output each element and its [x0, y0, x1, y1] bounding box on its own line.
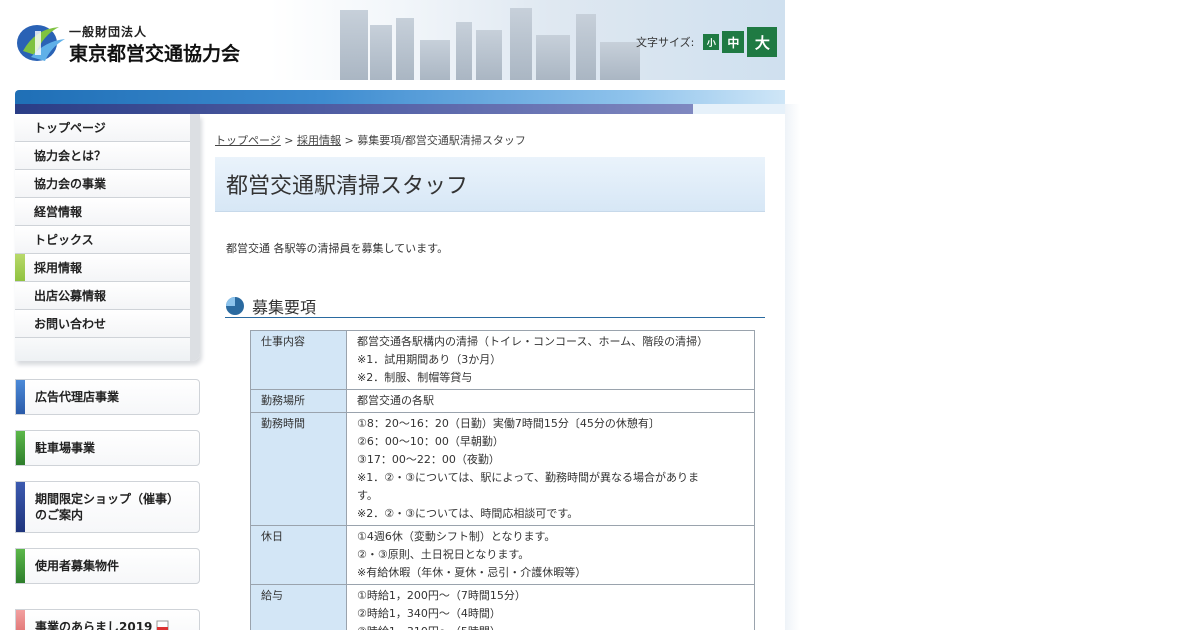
breadcrumb-recruit-link[interactable]: 採用情報 — [297, 134, 341, 147]
table-row-value: ①8：20～16：20（日勤）実働7時間15分〔45分の休憩有〕 ②6：00～10… — [346, 412, 755, 526]
breadcrumb: トップページ > 採用情報 > 募集要項/都営交通駅清掃スタッフ — [215, 132, 526, 148]
content-shadow — [785, 104, 800, 630]
table-row-value: 都営交通各駅構内の清掃（トイレ・コンコース、ホーム、階段の清掃） ※1．試用期間あ… — [346, 330, 755, 390]
section-bullet-icon — [226, 297, 244, 315]
banner-label: 使用者募集物件 — [35, 559, 120, 573]
logo-name: 東京都営交通協力会 — [69, 43, 241, 65]
table-cell-line: ①8：20～16：20（日勤）実働7時間15分〔45分の休憩有〕 — [357, 417, 660, 430]
table-cell-line: 都営交通各駅構内の清掃（トイレ・コンコース、ホーム、階段の清掃） — [357, 335, 709, 348]
banner-label: 事業のあらまし2019 — [35, 620, 153, 630]
logo-subtitle: 一般財団法人 — [69, 25, 148, 39]
table-row: 勤務時間 ①8：20～16：20（日勤）実働7時間15分〔45分の休憩有〕 ②6：0… — [250, 412, 755, 526]
table-cell-line: ※2．制服、制帽等貸与 — [357, 371, 473, 384]
font-size-label: 文字サイズ: — [636, 36, 695, 49]
sidebar-item-tenant[interactable]: 出店公募情報 — [15, 282, 190, 310]
table-cell-line: ※1．試用期間あり（3か月） — [357, 353, 502, 366]
sidebar-item-business[interactable]: 協力会の事業 — [15, 170, 190, 198]
banner-property[interactable]: 使用者募集物件 — [15, 548, 200, 584]
header-subbar-end — [693, 104, 785, 114]
table-cell-line: ①時給1，200円～（7時間15分） — [357, 589, 526, 602]
banner-stripe — [16, 482, 25, 532]
table-cell-line: ②時給1，340円～（4時間） — [357, 607, 501, 620]
table-row: 給与 ①時給1，200円～（7時間15分） ②時給1，340円～（4時間） ③時給1，… — [250, 584, 755, 630]
table-cell-line: 都営交通の各駅 — [357, 394, 434, 407]
banner-label: 期間限定ショップ（催事） — [35, 492, 180, 506]
font-size-medium-button[interactable]: 中 — [722, 31, 745, 53]
section-heading: 募集要項 — [225, 292, 765, 318]
table-row-header: 勤務時間 — [250, 412, 347, 526]
banner-label: 広告代理店事業 — [35, 390, 120, 404]
table-row-header: 給与 — [250, 584, 347, 630]
site-header: 一般財団法人 東京都営交通協力会 文字サイズ: 小 中 大 — [0, 0, 785, 80]
banner-label-line2: のご案内 — [35, 508, 84, 522]
sidebar-item-about[interactable]: 協力会とは？ — [15, 142, 190, 170]
table-cell-line: ※有給休暇（年休・夏休・忌引・介護休暇等） — [357, 566, 587, 579]
section-title: 募集要項 — [252, 298, 317, 317]
table-cell-line: ③17：00～22：00（夜勤） — [357, 453, 500, 466]
page-title: 都営交通駅清掃スタッフ — [215, 157, 765, 212]
font-size-switcher: 文字サイズ: 小 中 大 — [636, 27, 778, 57]
sidebar-item-management[interactable]: 経営情報 — [15, 198, 190, 226]
header-bar — [15, 90, 785, 104]
site-logo[interactable]: 一般財団法人 東京都営交通協力会 — [15, 21, 255, 65]
table-row: 勤務場所 都営交通の各駅 — [250, 389, 755, 413]
table-cell-line: ②・③原則、土日祝日となります。 — [357, 548, 530, 561]
table-row-value: ①時給1，200円～（7時間15分） ②時給1，340円～（4時間） ③時給1，31… — [346, 584, 755, 630]
table-row-value: 都営交通の各駅 — [346, 389, 755, 413]
banner-annual-report[interactable]: 事業のあらまし2019 — [15, 609, 200, 630]
table-cell-line: ※1．②・③については、駅によって、勤務時間が異なる場合がありま — [357, 471, 699, 484]
table-row-header: 勤務場所 — [250, 389, 347, 413]
banner-advertising[interactable]: 広告代理店事業 — [15, 379, 200, 415]
header-subbar — [15, 104, 693, 114]
banner-label: 駐車場事業 — [35, 441, 96, 455]
side-navigation: トップページ 協力会とは？ 協力会の事業 経営情報 トピックス 採用情報 出店公… — [15, 114, 200, 361]
banner-stripe — [16, 380, 25, 414]
table-row: 休日 ①4週6休（変動シフト制）となります。 ②・③原則、土日祝日となります。 ※有給… — [250, 525, 755, 585]
table-cell-line: ③時給1，310円～（5時間） — [357, 623, 744, 630]
banner-popup-shop[interactable]: 期間限定ショップ（催事） のご案内 — [15, 481, 200, 533]
intro-text: 都営交通 各駅等の清掃員を募集しています。 — [226, 242, 449, 255]
table-cell-line: す。 — [357, 489, 378, 502]
banner-stripe — [16, 549, 25, 583]
table-row-header: 休日 — [250, 525, 347, 585]
banner-stripe — [16, 431, 25, 465]
sidebar-item-recruit[interactable]: 採用情報 — [15, 254, 190, 282]
sidebar-item-top[interactable]: トップページ — [15, 114, 190, 142]
pdf-icon — [156, 620, 169, 630]
table-cell-line: ※2．②・③については、時間応相談可です。 — [357, 507, 579, 520]
breadcrumb-separator: > — [341, 134, 358, 147]
font-size-large-button[interactable]: 大 — [747, 27, 778, 57]
sidebar-item-topics[interactable]: トピックス — [15, 226, 190, 254]
breadcrumb-separator: > — [280, 134, 297, 147]
table-row: 仕事内容 都営交通各駅構内の清掃（トイレ・コンコース、ホーム、階段の清掃） ※1．試… — [250, 330, 755, 390]
table-cell-line: ②6：00～10：00（早朝勤） — [357, 435, 504, 448]
logo-mark-icon — [17, 25, 65, 61]
table-cell-line: ①4週6休（変動シフト制）となります。 — [357, 530, 556, 543]
job-details-table: 仕事内容 都営交通各駅構内の清掃（トイレ・コンコース、ホーム、階段の清掃） ※1．試… — [250, 330, 755, 630]
table-row-header: 仕事内容 — [250, 330, 347, 390]
table-row-value: ①4週6休（変動シフト制）となります。 ②・③原則、土日祝日となります。 ※有給休暇… — [346, 525, 755, 585]
breadcrumb-home-link[interactable]: トップページ — [215, 134, 281, 147]
banner-parking[interactable]: 駐車場事業 — [15, 430, 200, 466]
breadcrumb-current: 募集要項/都営交通駅清掃スタッフ — [357, 134, 526, 147]
font-size-small-button[interactable]: 小 — [703, 34, 720, 50]
banner-stripe — [16, 610, 25, 630]
sidebar-item-contact[interactable]: お問い合わせ — [15, 310, 190, 338]
